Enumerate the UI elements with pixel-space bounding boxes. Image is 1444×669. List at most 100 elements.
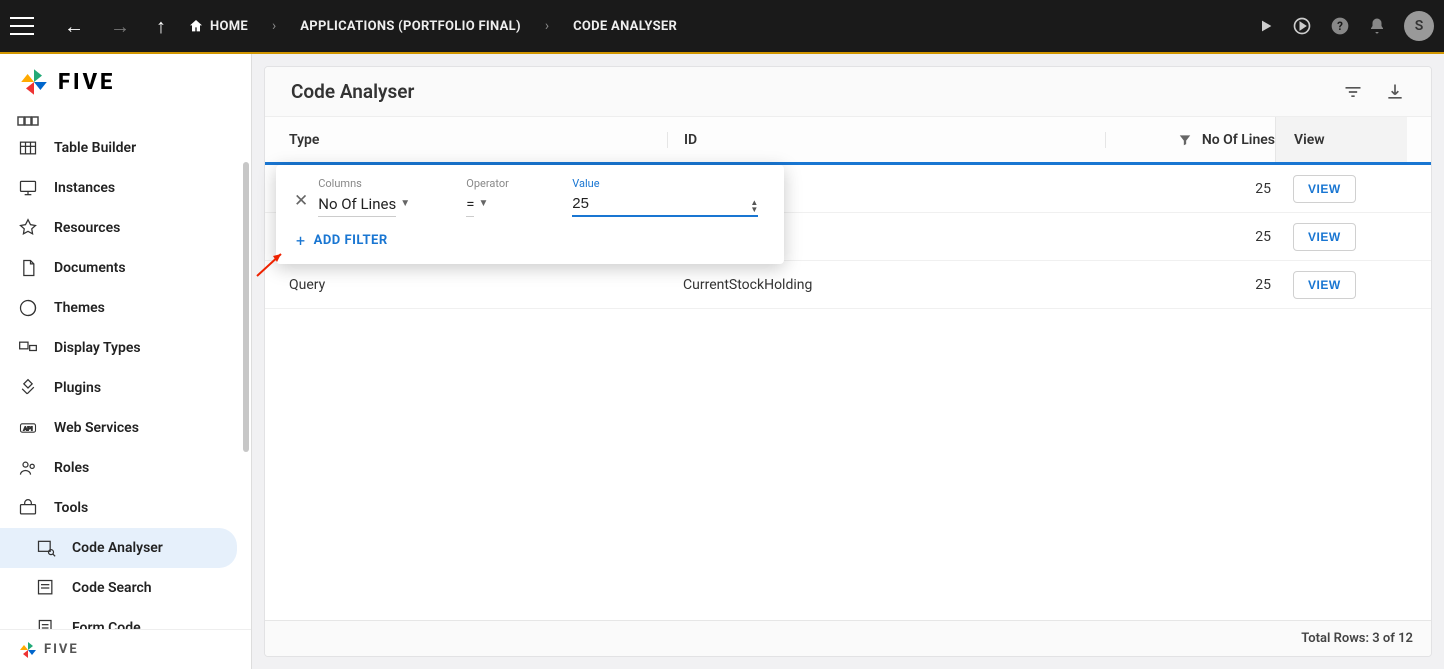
- generic-icon: [16, 110, 40, 133]
- spinner-icon[interactable]: ▲▼: [750, 199, 758, 213]
- sidebar-item-label: Code Search: [72, 580, 152, 596]
- sidebar-item-table-builder[interactable]: Table Builder: [0, 128, 251, 168]
- sidebar-item-label: Display Types: [54, 340, 141, 356]
- sidebar-item-display-types[interactable]: Display Types: [0, 328, 251, 368]
- logo: FIVE: [0, 54, 251, 110]
- avatar-initial: S: [1415, 18, 1424, 34]
- total-rows: Total Rows: 3 of 12: [1301, 631, 1413, 646]
- funnel-icon[interactable]: [1178, 133, 1192, 147]
- view-button[interactable]: VIEW: [1293, 271, 1356, 299]
- sidebar-item-web-services[interactable]: APIWeb Services: [0, 408, 251, 448]
- sidebar-item-plugins[interactable]: Plugins: [0, 368, 251, 408]
- back-arrow-icon[interactable]: ←: [60, 10, 88, 43]
- sidebar-item-tools[interactable]: Tools: [0, 488, 251, 528]
- col-id[interactable]: ID: [667, 132, 1105, 148]
- sidebar-item-label: Code Analyser: [72, 540, 163, 556]
- table-header: Type ID No Of Lines View: [265, 117, 1431, 165]
- cell-type: Query: [289, 277, 667, 293]
- filter-columns[interactable]: Columns No Of Lines▼: [318, 177, 456, 217]
- table-icon: [16, 136, 40, 160]
- page-title: Code Analyser: [291, 80, 1321, 103]
- topbar-right: ? S: [1258, 11, 1434, 41]
- home-label: HOME: [210, 19, 248, 34]
- sidebar-item-instances[interactable]: Instances: [0, 168, 251, 208]
- topbar-left: ← → ↑ HOME › APPLICATIONS (PORTFOLIO FIN…: [10, 10, 1258, 43]
- col-lines[interactable]: No Of Lines: [1105, 132, 1275, 148]
- sidebar-item-resources[interactable]: Resources: [0, 208, 251, 248]
- instances-icon: [16, 176, 40, 200]
- card: Code Analyser Type ID No Of Lines View: [264, 66, 1432, 657]
- breadcrumb-applications[interactable]: APPLICATIONS (PORTFOLIO FINAL): [300, 19, 521, 34]
- table-row[interactable]: Query CurrentStockHolding 25 VIEW: [265, 261, 1431, 309]
- svg-text:API: API: [23, 427, 33, 433]
- sidebar-item-documents[interactable]: Documents: [0, 248, 251, 288]
- up-arrow-icon[interactable]: ↑: [152, 10, 170, 43]
- sidebar-item-themes[interactable]: Themes: [0, 288, 251, 328]
- breadcrumb-home[interactable]: HOME: [188, 18, 248, 34]
- topbar: ← → ↑ HOME › APPLICATIONS (PORTFOLIO FIN…: [0, 0, 1444, 54]
- download-icon[interactable]: [1385, 82, 1405, 102]
- sidebar-item-label: Tools: [54, 500, 88, 516]
- card-header: Code Analyser: [265, 67, 1431, 117]
- breadcrumb-label: APPLICATIONS (PORTFOLIO FINAL): [300, 19, 521, 34]
- sidebar-sub-form-code[interactable]: Form Code: [0, 608, 251, 629]
- search-code-icon: [34, 576, 58, 600]
- sidebar-sub-code-analyser[interactable]: Code Analyser: [0, 528, 237, 568]
- tools-icon: [16, 496, 40, 520]
- run-icon[interactable]: [1292, 16, 1312, 36]
- filter-row: ✕ Columns No Of Lines▼ Operator =▼ Value…: [294, 177, 766, 217]
- filter-popup: ✕ Columns No Of Lines▼ Operator =▼ Value…: [276, 165, 784, 264]
- filter-label: Value: [572, 177, 758, 190]
- sidebar-footer: FIVE: [0, 629, 251, 669]
- filter-list-icon[interactable]: [1343, 82, 1363, 102]
- form-icon: [34, 616, 58, 629]
- add-filter-button[interactable]: + ADD FILTER: [294, 217, 766, 258]
- filter-value-input[interactable]: [572, 192, 758, 217]
- api-icon: API: [16, 416, 40, 440]
- view-button[interactable]: VIEW: [1293, 223, 1356, 251]
- play-icon[interactable]: [1258, 18, 1274, 34]
- sidebar-item-label: Table Builder: [54, 140, 136, 156]
- scrollbar[interactable]: [243, 162, 249, 452]
- breadcrumb-label: CODE ANALYSER: [573, 19, 677, 34]
- sidebar-item-label: Themes: [54, 300, 105, 316]
- plugin-icon: [16, 376, 40, 400]
- col-view: View: [1275, 117, 1407, 162]
- filter-label: Operator: [466, 177, 562, 190]
- add-filter-label: ADD FILTER: [314, 233, 388, 248]
- filter-value[interactable]: Value ▲▼: [572, 177, 758, 217]
- sidebar-item-label: Plugins: [54, 380, 101, 396]
- avatar[interactable]: S: [1404, 11, 1434, 41]
- card-footer: Total Rows: 3 of 12: [265, 620, 1431, 656]
- sidebar-item-label: Documents: [54, 260, 126, 276]
- logo-text: FIVE: [58, 70, 115, 95]
- main: Code Analyser Type ID No Of Lines View: [252, 54, 1444, 669]
- close-icon[interactable]: ✕: [294, 191, 308, 217]
- resources-icon: [16, 216, 40, 240]
- sidebar-item-partial[interactable]: [0, 114, 251, 128]
- annotation-arrow: [255, 248, 289, 278]
- analyser-icon: [34, 536, 58, 560]
- footer-logo-text: FIVE: [44, 642, 79, 657]
- view-button[interactable]: VIEW: [1293, 175, 1356, 203]
- forward-arrow-icon: →: [106, 10, 134, 43]
- hamburger-icon[interactable]: [10, 17, 34, 35]
- sidebar-item-label: Roles: [54, 460, 89, 476]
- home-icon: [188, 18, 204, 34]
- svg-text:?: ?: [1337, 19, 1343, 33]
- plus-icon: +: [296, 231, 306, 250]
- bell-icon[interactable]: [1368, 17, 1386, 35]
- sidebar-item-roles[interactable]: Roles: [0, 448, 251, 488]
- filter-columns-value: No Of Lines: [318, 192, 396, 217]
- chevron-down-icon: ▼: [478, 198, 488, 211]
- help-icon[interactable]: ?: [1330, 16, 1350, 36]
- documents-icon: [16, 256, 40, 280]
- breadcrumb-code-analyser[interactable]: CODE ANALYSER: [573, 19, 677, 34]
- filter-operator[interactable]: Operator =▼: [466, 177, 562, 217]
- themes-icon: [16, 296, 40, 320]
- cell-lines: 25: [1105, 181, 1275, 197]
- sidebar-item-label: Resources: [54, 220, 120, 236]
- col-type[interactable]: Type: [289, 132, 667, 148]
- sidebar-item-label: Form Code: [72, 620, 141, 629]
- sidebar-sub-code-search[interactable]: Code Search: [0, 568, 251, 608]
